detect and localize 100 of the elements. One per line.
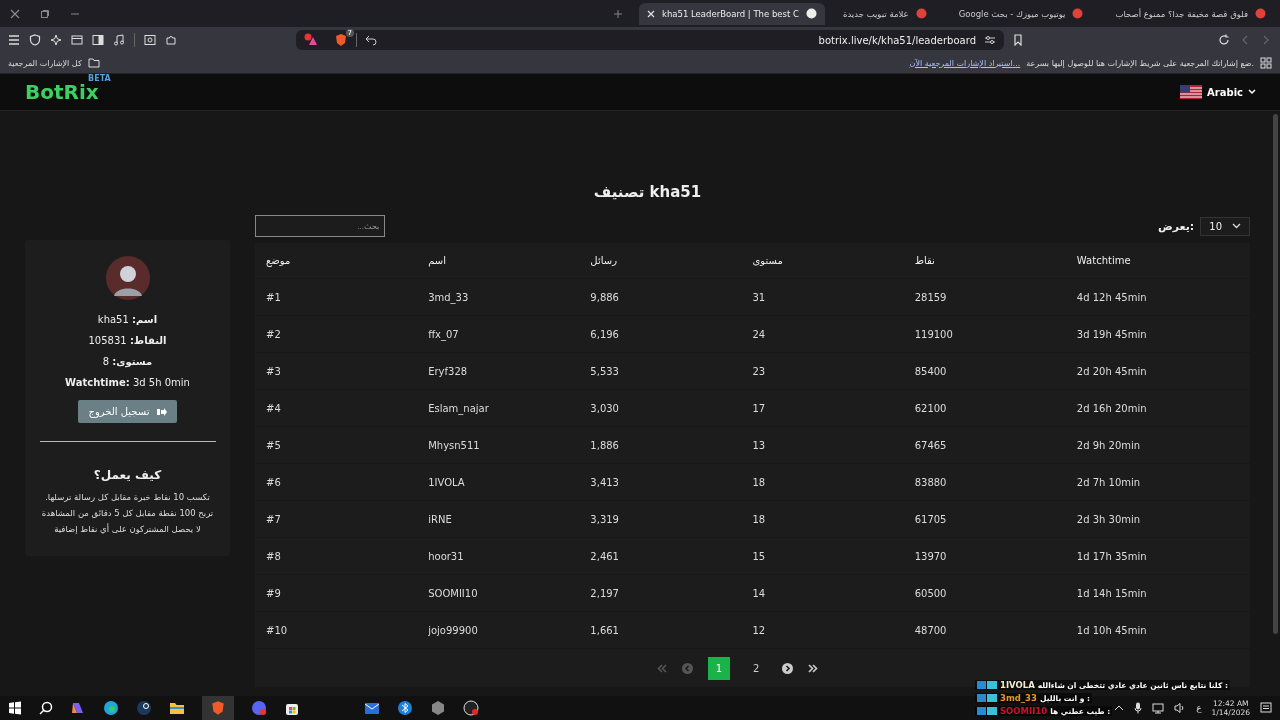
page-button[interactable]: 2 (745, 656, 768, 680)
close-icon[interactable] (10, 8, 20, 19)
share-icon[interactable] (365, 34, 377, 46)
sidebar-icon[interactable] (92, 34, 104, 46)
table-cell: 2d 3h 30min (1076, 513, 1141, 525)
table-cell: 13970 (914, 550, 947, 562)
windows-start-icon[interactable] (8, 701, 22, 715)
table-cell: 1d 17h 35min (1076, 550, 1147, 562)
table-cell: 18 (752, 476, 766, 488)
chat-badge-icon (977, 681, 997, 689)
beta-label: BETA (88, 74, 111, 83)
table-cell: 60500 (914, 587, 947, 599)
discord-icon[interactable] (251, 700, 267, 716)
chevron-down-icon (1232, 223, 1241, 229)
botrix-logo[interactable]: BotRix (25, 80, 99, 104)
menu-icon[interactable] (8, 34, 20, 46)
table-cell: 1IVOLA (428, 476, 465, 488)
table-cell: #10 (266, 624, 288, 636)
table-cell: Eslam_najar (428, 402, 489, 414)
scrollbar[interactable] (1273, 114, 1278, 634)
table-cell: jojo99900 (428, 624, 478, 636)
settings-icon[interactable] (984, 34, 996, 46)
table-cell: 14 (752, 587, 766, 599)
all-bookmarks[interactable]: كل الإشارات المرجعية (8, 58, 82, 68)
copilot-icon[interactable] (70, 700, 86, 716)
next-page-icon[interactable] (782, 662, 794, 674)
search-icon[interactable] (39, 701, 53, 715)
table-cell: 3md_33 (428, 291, 469, 303)
lion-shield-icon[interactable] (334, 33, 348, 47)
table-cell: #3 (266, 365, 281, 377)
table-cell: 1d 14h 15min (1076, 587, 1147, 599)
table-cell: 15 (752, 550, 766, 562)
table-cell: 17 (752, 402, 766, 414)
table-cell: 119100 (914, 328, 953, 340)
table-cell: 48700 (914, 624, 947, 636)
screenshot-icon[interactable] (144, 34, 156, 46)
chevron-up-icon[interactable] (1114, 705, 1125, 711)
cube-icon[interactable] (430, 700, 446, 716)
table-cell: 1d 10h 45min (1076, 624, 1147, 636)
obs-icon[interactable] (463, 700, 479, 716)
chevron-down-icon (1248, 89, 1256, 95)
notification-icon[interactable] (1260, 702, 1272, 714)
window-icon[interactable] (71, 34, 83, 46)
column-header: مستوى (752, 255, 783, 266)
import-bookmarks-link[interactable]: استيراد الإشارات المرجعية الآن... (909, 58, 1021, 68)
search-field[interactable]: بحث... (255, 215, 385, 237)
last-page-icon[interactable] (808, 663, 819, 673)
apps-grid-icon[interactable] (1260, 57, 1272, 69)
column-header: موضع (266, 255, 291, 266)
url-text: botrix.live/k/kha51/leaderboard (818, 34, 976, 46)
page-size-select[interactable]: 10 (1200, 216, 1250, 236)
input-language[interactable]: ع (1196, 703, 1202, 713)
table-cell: #2 (266, 328, 281, 340)
steam-icon[interactable] (136, 700, 152, 716)
column-header: Watchtime (1076, 255, 1131, 266)
table-cell: 3,319 (590, 513, 619, 525)
browser-tab[interactable]: kha51 LeaderBoard | The best C (639, 2, 825, 25)
network-icon[interactable] (1152, 702, 1165, 714)
table-cell: #8 (266, 550, 281, 562)
table-cell: #1 (266, 291, 281, 303)
restore-icon[interactable] (40, 8, 50, 19)
edge-browser-icon[interactable] (103, 700, 119, 716)
table-cell: 18 (752, 513, 766, 525)
leaderboard-title: تصنيف kha51 (592, 183, 703, 201)
table-cell: 2,197 (590, 587, 619, 599)
table-cell: hoor31 (428, 550, 464, 562)
bookmark-icon[interactable] (1012, 34, 1024, 46)
table-cell: Mhysn511 (428, 439, 480, 451)
lion-shield-icon[interactable] (210, 700, 226, 716)
browser-tab[interactable]: فلوق قصة مخيفة جدا؟ ممنوع أصحاب (1101, 2, 1280, 25)
table-cell: SOOMII10 (428, 587, 478, 599)
shield-icon[interactable] (29, 34, 41, 46)
table-cell: #7 (266, 513, 281, 525)
table-cell: 1,886 (590, 439, 619, 451)
table-cell: 5,533 (590, 365, 619, 377)
table-cell: 2d 7h 10min (1076, 476, 1141, 488)
favicon-icon (805, 8, 817, 19)
folder-icon (87, 58, 100, 68)
how-it-works-text: تربح 100 نقطة مقابل كل 5 دقائق من المشاهدة (41, 508, 214, 518)
how-it-works-title: كيف يعمل؟ (93, 468, 162, 482)
browser-tab[interactable]: يوتيوب ميوزك - بحث Google (944, 2, 1098, 25)
sparkle-icon[interactable] (50, 34, 62, 46)
mail-icon[interactable] (364, 700, 380, 716)
music-icon[interactable] (113, 34, 125, 46)
table-cell: 3d 19h 45min (1076, 328, 1147, 340)
table-cell: iRNE (428, 513, 452, 525)
table-cell: 2d 16h 20min (1076, 402, 1147, 414)
chat-username: SOOMII10 (1000, 706, 1048, 716)
table-cell: Eryf328 (428, 365, 468, 377)
bluetooth-icon[interactable] (397, 700, 413, 716)
folder-icon[interactable] (169, 701, 185, 715)
language-selector[interactable]: Arabic (1180, 85, 1256, 99)
table-cell: 6,196 (590, 328, 619, 340)
profile-info: Watchtime: 3d 5h 0min (65, 377, 190, 388)
browser-tab[interactable]: علامة تبويب جديدة (828, 2, 941, 25)
new-tab-icon[interactable] (613, 8, 623, 19)
reload-icon[interactable] (1218, 34, 1230, 46)
table-cell: 28159 (914, 291, 947, 303)
logout-button[interactable]: تسجيل الخروج (78, 400, 177, 423)
microphone-icon[interactable] (1134, 702, 1143, 714)
